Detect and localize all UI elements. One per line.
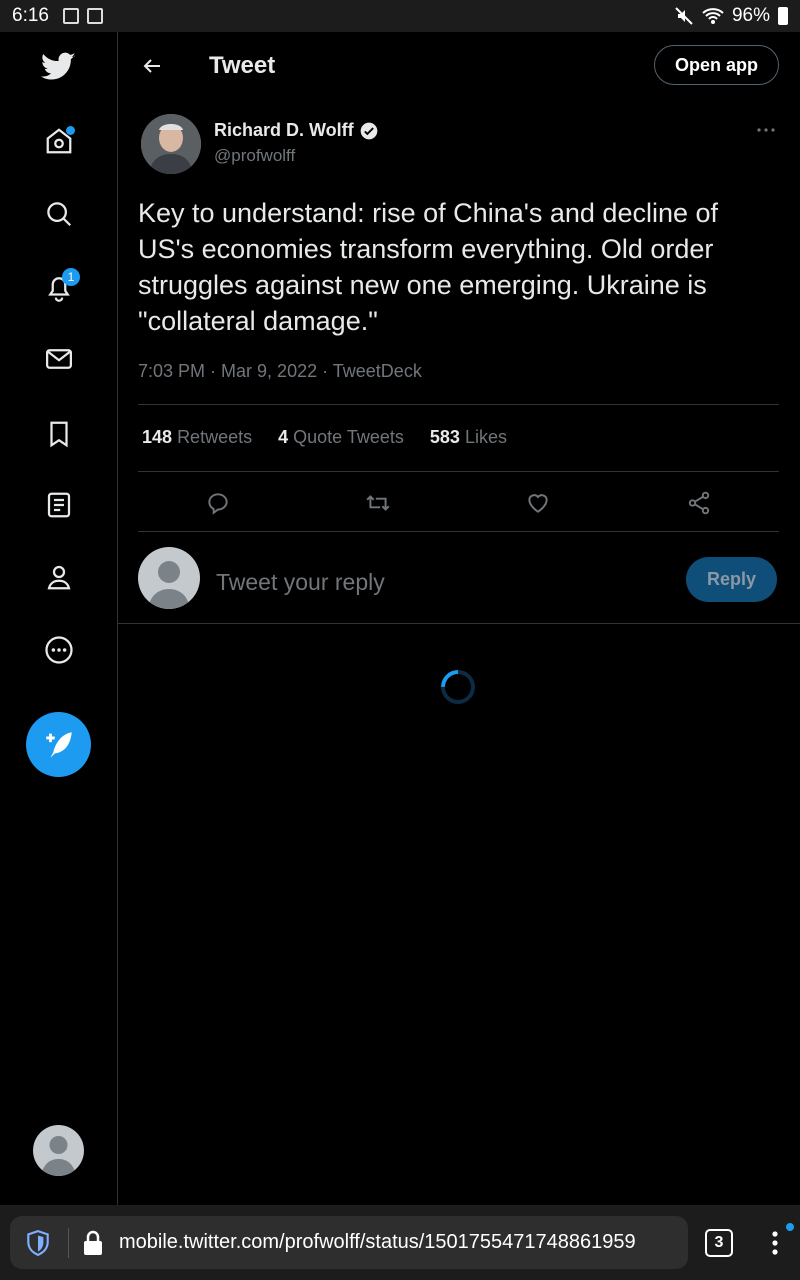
twitter-logo-icon[interactable] bbox=[34, 42, 84, 92]
retweets-count: 148 bbox=[142, 427, 173, 447]
likes-count: 583 bbox=[429, 427, 460, 447]
likes-stat[interactable]: 583 Likes bbox=[430, 427, 507, 448]
arrow-left-icon bbox=[143, 59, 160, 73]
default-avatar-icon bbox=[41, 1136, 76, 1176]
page-header: Tweet Open app bbox=[118, 32, 800, 100]
default-avatar-icon bbox=[148, 561, 190, 609]
bookmark-icon bbox=[50, 421, 68, 448]
menu-update-dot bbox=[786, 1223, 794, 1231]
share-action-button[interactable] bbox=[684, 488, 714, 518]
open-app-button[interactable]: Open app bbox=[653, 45, 779, 85]
check-notification-icon bbox=[86, 8, 103, 24]
address-bar[interactable]: mobile.twitter.com/profwolff/status/1501… bbox=[10, 1216, 688, 1269]
reply-action-button[interactable] bbox=[203, 488, 233, 518]
battery-percent: 96% bbox=[731, 5, 770, 26]
tweet-detail-column: Tweet Open app Richard D. Wolff @profwol… bbox=[118, 32, 800, 1205]
divider bbox=[118, 623, 800, 624]
lock-icon bbox=[84, 1230, 102, 1255]
tweet-text: Key to understand: rise of China's and d… bbox=[138, 198, 719, 336]
compose-tweet-button[interactable] bbox=[26, 712, 91, 777]
browser-menu-button[interactable] bbox=[768, 1227, 782, 1259]
tweet-source[interactable]: TweetDeck bbox=[333, 361, 422, 381]
author-name[interactable]: Richard D. Wolff bbox=[214, 120, 379, 141]
likes-label: Likes bbox=[464, 427, 507, 447]
reply-input[interactable] bbox=[216, 562, 656, 602]
tabs-button[interactable]: 3 bbox=[705, 1229, 733, 1257]
share-icon bbox=[688, 491, 710, 515]
account-avatar[interactable] bbox=[33, 1125, 84, 1176]
tweet-more-button[interactable] bbox=[754, 118, 778, 142]
quotes-label: Quote Tweets bbox=[293, 427, 404, 447]
nav-profile[interactable] bbox=[34, 552, 84, 602]
retweet-icon bbox=[366, 495, 390, 511]
retweets-label: Retweets bbox=[177, 427, 253, 447]
like-action-button[interactable] bbox=[523, 488, 553, 518]
back-button[interactable] bbox=[136, 50, 168, 82]
quotes-stat[interactable]: 4 Quote Tweets bbox=[278, 427, 404, 448]
gallery-notification-icon bbox=[62, 8, 79, 24]
home-new-dot bbox=[66, 126, 75, 135]
android-status-bar: 6:16 96% bbox=[0, 0, 800, 32]
more-circle-icon bbox=[45, 636, 73, 664]
feather-plus-icon bbox=[45, 731, 72, 758]
mail-icon bbox=[46, 349, 72, 369]
loading-spinner bbox=[433, 662, 483, 712]
tweet-actions bbox=[138, 482, 779, 522]
nav-messages[interactable] bbox=[34, 334, 84, 384]
nav-bookmarks[interactable] bbox=[34, 409, 84, 459]
author-avatar[interactable] bbox=[141, 114, 201, 174]
tweet-stats: 148 Retweets 4 Quote Tweets 583 Likes bbox=[142, 427, 507, 448]
quotes-count: 4 bbox=[278, 427, 289, 447]
search-icon bbox=[47, 202, 72, 227]
tweet-date[interactable]: Mar 9, 2022 bbox=[221, 361, 317, 381]
nav-more[interactable] bbox=[34, 625, 84, 675]
lists-icon bbox=[47, 492, 71, 518]
author-name-text: Richard D. Wolff bbox=[214, 120, 354, 140]
nav-rail: 1 bbox=[0, 32, 118, 1205]
tweet-time[interactable]: 7:03 PM bbox=[138, 361, 205, 381]
divider bbox=[138, 471, 779, 472]
shield-icon bbox=[27, 1229, 49, 1256]
nav-lists[interactable] bbox=[34, 480, 84, 530]
browser-toolbar: mobile.twitter.com/profwolff/status/1501… bbox=[0, 1205, 800, 1280]
retweets-stat[interactable]: 148 Retweets bbox=[142, 427, 252, 448]
page-title: Tweet bbox=[209, 52, 276, 79]
more-dots-icon bbox=[757, 128, 775, 132]
nav-notifications[interactable]: 1 bbox=[34, 262, 84, 312]
author-handle[interactable]: @profwolff bbox=[214, 146, 295, 166]
verified-badge-icon bbox=[360, 122, 378, 139]
kebab-menu-icon bbox=[772, 1231, 778, 1255]
wifi-icon bbox=[702, 8, 724, 24]
nav-home[interactable] bbox=[34, 116, 84, 166]
divider bbox=[138, 531, 779, 532]
heart-icon bbox=[528, 494, 548, 513]
battery-icon bbox=[778, 7, 788, 25]
retweet-action-button[interactable] bbox=[363, 488, 393, 518]
profile-icon bbox=[47, 565, 71, 590]
author-photo bbox=[141, 114, 201, 174]
nav-explore[interactable] bbox=[34, 189, 84, 239]
status-time: 6:16 bbox=[12, 5, 49, 26]
url-text[interactable]: mobile.twitter.com/profwolff/status/1501… bbox=[119, 1231, 636, 1254]
reply-avatar bbox=[138, 547, 200, 609]
divider bbox=[138, 404, 779, 405]
url-separator bbox=[68, 1227, 69, 1258]
comment-icon bbox=[208, 493, 228, 515]
mute-icon bbox=[675, 7, 693, 25]
tweet-meta: 7:03 PM · Mar 9, 2022 · TweetDeck bbox=[138, 361, 422, 381]
reply-button[interactable]: Reply bbox=[686, 557, 777, 602]
tracking-shield-button[interactable] bbox=[16, 1223, 60, 1263]
notifications-badge: 1 bbox=[62, 268, 80, 286]
